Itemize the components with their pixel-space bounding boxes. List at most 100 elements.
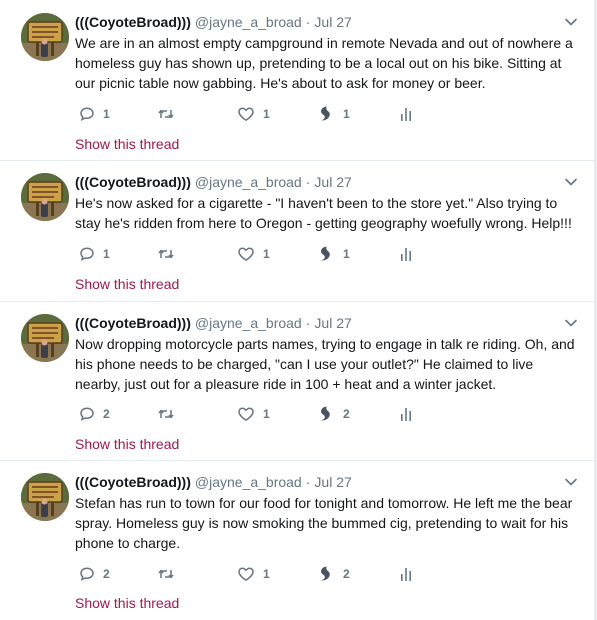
author-name[interactable]: (((CoyoteBroad))): [75, 14, 191, 30]
speech-bubble-icon: [79, 406, 95, 422]
tweet[interactable]: (((CoyoteBroad))) @jayne_a_broad · Jul 27 N…: [0, 302, 594, 461]
heart-outline-icon: [237, 406, 255, 422]
tweet-header: (((CoyoteBroad))) @jayne_a_broad · Jul 27: [75, 12, 352, 32]
tweet-timestamp[interactable]: Jul 27: [314, 474, 351, 490]
tweet-actions: 2 1 2: [75, 404, 435, 424]
tweet[interactable]: (((CoyoteBroad))) @jayne_a_broad · Jul 27 W…: [0, 0, 594, 161]
moments-count: 2: [343, 567, 350, 581]
author-handle[interactable]: @jayne_a_broad: [195, 474, 302, 490]
tweet-text: He's now asked for a cigarette - "I have…: [75, 195, 572, 231]
like-button[interactable]: 1: [237, 104, 270, 124]
tweet-text: Stefan has run to town for our food for …: [75, 495, 573, 551]
analytics-button[interactable]: [400, 104, 412, 124]
tweet-text: We are in an almost empty campground in …: [75, 35, 573, 91]
speech-bubble-icon: [79, 106, 95, 122]
separator-dot: ·: [305, 474, 311, 490]
show-thread-link[interactable]: Show this thread: [75, 434, 179, 454]
tweet[interactable]: (((CoyoteBroad))) @jayne_a_broad · Jul 27 H…: [0, 161, 594, 302]
retweet-button[interactable]: [157, 244, 183, 264]
campground-sign-image: [21, 173, 69, 221]
separator-dot: ·: [305, 315, 311, 331]
chevron-down-icon[interactable]: [564, 15, 578, 29]
tweet-header: (((CoyoteBroad))) @jayne_a_broad · Jul 27: [75, 172, 352, 192]
speech-bubble-icon: [79, 566, 95, 582]
moments-count: 2: [343, 407, 350, 421]
author-name[interactable]: (((CoyoteBroad))): [75, 174, 191, 190]
like-button[interactable]: 1: [237, 564, 270, 584]
chevron-down-icon[interactable]: [564, 475, 578, 489]
author-name[interactable]: (((CoyoteBroad))): [75, 474, 191, 490]
swirl-icon: [317, 405, 335, 423]
reply-button[interactable]: 1: [79, 244, 110, 264]
moments-button[interactable]: 1: [317, 244, 350, 264]
heart-outline-icon: [237, 106, 255, 122]
campground-sign-image: [21, 13, 69, 61]
avatar[interactable]: [21, 13, 69, 61]
show-thread-link[interactable]: Show this thread: [75, 134, 179, 154]
swirl-icon: [317, 245, 335, 263]
tweet-timestamp[interactable]: Jul 27: [314, 315, 351, 331]
tweet-header: (((CoyoteBroad))) @jayne_a_broad · Jul 27: [75, 472, 352, 492]
like-count: 1: [263, 247, 270, 261]
like-button[interactable]: 1: [237, 404, 270, 424]
tweet-timestamp[interactable]: Jul 27: [314, 174, 351, 190]
retweet-button[interactable]: [157, 404, 183, 424]
analytics-button[interactable]: [400, 564, 412, 584]
reply-count: 1: [103, 247, 110, 261]
like-button[interactable]: 1: [237, 244, 270, 264]
avatar[interactable]: [21, 314, 69, 362]
chevron-down-icon[interactable]: [564, 316, 578, 330]
like-count: 1: [263, 407, 270, 421]
tweet-text: Now dropping motorcycle parts names, try…: [75, 336, 575, 392]
tweet-actions: 2 1 2: [75, 564, 435, 584]
heart-outline-icon: [237, 566, 255, 582]
separator-dot: ·: [305, 174, 311, 190]
like-count: 1: [263, 567, 270, 581]
campground-sign-image: [21, 314, 69, 362]
tweet-actions: 1 1 1: [75, 104, 435, 124]
tweet[interactable]: (((CoyoteBroad))) @jayne_a_broad · Jul 27 S…: [0, 461, 594, 620]
campground-sign-image: [21, 473, 69, 521]
moments-button[interactable]: 2: [317, 564, 350, 584]
moments-count: 1: [343, 247, 350, 261]
retweet-arrows-icon: [157, 566, 175, 582]
tweet-actions: 1 1 1: [75, 244, 435, 264]
avatar[interactable]: [21, 173, 69, 221]
reply-button[interactable]: 1: [79, 104, 110, 124]
retweet-button[interactable]: [157, 104, 183, 124]
author-handle[interactable]: @jayne_a_broad: [195, 14, 302, 30]
show-thread-link[interactable]: Show this thread: [75, 274, 179, 294]
speech-bubble-icon: [79, 246, 95, 262]
reply-button[interactable]: 2: [79, 404, 110, 424]
like-count: 1: [263, 107, 270, 121]
author-handle[interactable]: @jayne_a_broad: [195, 174, 302, 190]
avatar[interactable]: [21, 473, 69, 521]
bar-chart-icon: [400, 566, 412, 582]
reply-button[interactable]: 2: [79, 564, 110, 584]
author-name[interactable]: (((CoyoteBroad))): [75, 315, 191, 331]
moments-count: 1: [343, 107, 350, 121]
retweet-arrows-icon: [157, 406, 175, 422]
author-handle[interactable]: @jayne_a_broad: [195, 315, 302, 331]
retweet-arrows-icon: [157, 106, 175, 122]
analytics-button[interactable]: [400, 404, 412, 424]
analytics-button[interactable]: [400, 244, 412, 264]
separator-dot: ·: [305, 14, 311, 30]
moments-button[interactable]: 2: [317, 404, 350, 424]
bar-chart-icon: [400, 106, 412, 122]
reply-count: 2: [103, 407, 110, 421]
reply-count: 1: [103, 107, 110, 121]
show-thread-link[interactable]: Show this thread: [75, 593, 179, 613]
moments-button[interactable]: 1: [317, 104, 350, 124]
heart-outline-icon: [237, 246, 255, 262]
tweet-header: (((CoyoteBroad))) @jayne_a_broad · Jul 27: [75, 313, 352, 333]
swirl-icon: [317, 565, 335, 583]
tweet-timestamp[interactable]: Jul 27: [314, 14, 351, 30]
swirl-icon: [317, 105, 335, 123]
bar-chart-icon: [400, 406, 412, 422]
reply-count: 2: [103, 567, 110, 581]
bar-chart-icon: [400, 246, 412, 262]
retweet-button[interactable]: [157, 564, 183, 584]
chevron-down-icon[interactable]: [564, 175, 578, 189]
retweet-arrows-icon: [157, 246, 175, 262]
